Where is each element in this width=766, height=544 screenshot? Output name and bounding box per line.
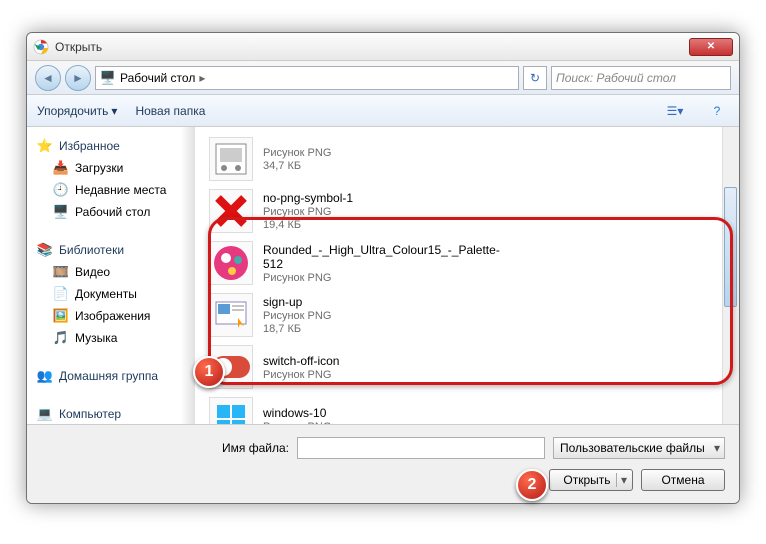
open-dialog: Открыть ✕ ◄ ► 🖥️ Рабочий стол ▸ ↻ Поиск:… bbox=[26, 32, 740, 504]
new-folder-button[interactable]: Новая папка bbox=[135, 104, 205, 118]
search-input[interactable]: Поиск: Рабочий стол bbox=[551, 66, 731, 90]
recent-icon: 🕘 bbox=[53, 182, 69, 198]
annotation-badge-1: 1 bbox=[193, 356, 225, 388]
sidebar-item-music[interactable]: 🎵Музыка bbox=[27, 327, 195, 349]
file-thumb bbox=[209, 241, 253, 285]
filename-label: Имя файла: bbox=[222, 441, 289, 455]
breadcrumb[interactable]: Рабочий стол bbox=[120, 71, 195, 85]
back-button[interactable]: ◄ bbox=[35, 65, 61, 91]
file-thumb bbox=[209, 137, 253, 181]
file-thumb bbox=[209, 189, 253, 233]
homegroup-icon: 👥 bbox=[37, 368, 53, 384]
address-bar[interactable]: 🖥️ Рабочий стол ▸ bbox=[95, 66, 519, 90]
chevron-down-icon: ▾ bbox=[111, 104, 117, 118]
pictures-icon: 🖼️ bbox=[53, 308, 69, 324]
window-title: Открыть bbox=[55, 40, 689, 54]
dialog-body: ⭐Избранное 📥Загрузки 🕘Недавние места 🖥️Р… bbox=[27, 127, 739, 424]
list-item[interactable]: no-png-symbol-1Рисунок PNG19,4 КБ bbox=[207, 185, 727, 237]
filetype-combo[interactable]: Пользовательские файлы bbox=[553, 437, 725, 459]
open-button[interactable]: Открыть bbox=[549, 469, 633, 491]
list-item[interactable]: switch-off-iconРисунок PNG bbox=[207, 341, 727, 393]
computer-group[interactable]: 💻Компьютер bbox=[27, 403, 195, 424]
help-button[interactable]: ? bbox=[705, 99, 729, 123]
forward-button[interactable]: ► bbox=[65, 65, 91, 91]
file-list: Рисунок PNG34,7 КБ no-png-symbol-1Рисуно… bbox=[195, 127, 739, 424]
search-placeholder: Поиск: Рабочий стол bbox=[556, 71, 676, 85]
sidebar-item-documents[interactable]: 📄Документы bbox=[27, 283, 195, 305]
sidebar-item-videos[interactable]: 🎞️Видео bbox=[27, 261, 195, 283]
libraries-group[interactable]: 📚Библиотеки bbox=[27, 239, 195, 261]
list-item[interactable]: windows-10Рисунок PNG bbox=[207, 393, 727, 424]
documents-icon: 📄 bbox=[53, 286, 69, 302]
sidebar-item-downloads[interactable]: 📥Загрузки bbox=[27, 157, 195, 179]
organize-menu[interactable]: Упорядочить▾ bbox=[37, 104, 117, 118]
titlebar: Открыть ✕ bbox=[27, 33, 739, 61]
list-item[interactable]: Рисунок PNG34,7 КБ bbox=[207, 133, 727, 185]
favorites-group[interactable]: ⭐Избранное bbox=[27, 135, 195, 157]
view-options-button[interactable]: ☰▾ bbox=[663, 99, 687, 123]
bottom-bar: Имя файла: Пользовательские файлы Открыт… bbox=[27, 424, 739, 503]
downloads-icon: 📥 bbox=[53, 160, 69, 176]
toolbar: Упорядочить▾ Новая папка ☰▾ ? bbox=[27, 95, 739, 127]
libraries-icon: 📚 bbox=[37, 242, 53, 258]
sidebar-item-pictures[interactable]: 🖼️Изображения bbox=[27, 305, 195, 327]
sidebar-item-desktop[interactable]: 🖥️Рабочий стол bbox=[27, 201, 195, 223]
file-thumb bbox=[209, 293, 253, 337]
desktop-icon: 🖥️ bbox=[53, 204, 69, 220]
video-icon: 🎞️ bbox=[53, 264, 69, 280]
star-icon: ⭐ bbox=[37, 138, 53, 154]
list-item[interactable]: Rounded_-_High_Ultra_Colour15_-_Palette-… bbox=[207, 237, 727, 289]
sidebar: ⭐Избранное 📥Загрузки 🕘Недавние места 🖥️Р… bbox=[27, 127, 195, 424]
file-thumb bbox=[209, 397, 253, 424]
navbar: ◄ ► 🖥️ Рабочий стол ▸ ↻ Поиск: Рабочий с… bbox=[27, 61, 739, 95]
desktop-icon: 🖥️ bbox=[100, 70, 116, 86]
music-icon: 🎵 bbox=[53, 330, 69, 346]
close-button[interactable]: ✕ bbox=[689, 38, 733, 56]
scrollbar[interactable] bbox=[722, 127, 739, 424]
sidebar-item-recent[interactable]: 🕘Недавние места bbox=[27, 179, 195, 201]
cancel-button[interactable]: Отмена bbox=[641, 469, 725, 491]
homegroup[interactable]: 👥Домашняя группа bbox=[27, 365, 195, 387]
computer-icon: 💻 bbox=[37, 406, 53, 422]
annotation-badge-2: 2 bbox=[516, 469, 548, 501]
refresh-button[interactable]: ↻ bbox=[523, 66, 547, 90]
chrome-icon bbox=[33, 39, 49, 55]
list-item[interactable]: sign-upРисунок PNG18,7 КБ bbox=[207, 289, 727, 341]
filename-input[interactable] bbox=[297, 437, 545, 459]
scrollbar-thumb[interactable] bbox=[724, 187, 737, 307]
chevron-right-icon[interactable]: ▸ bbox=[199, 71, 205, 85]
